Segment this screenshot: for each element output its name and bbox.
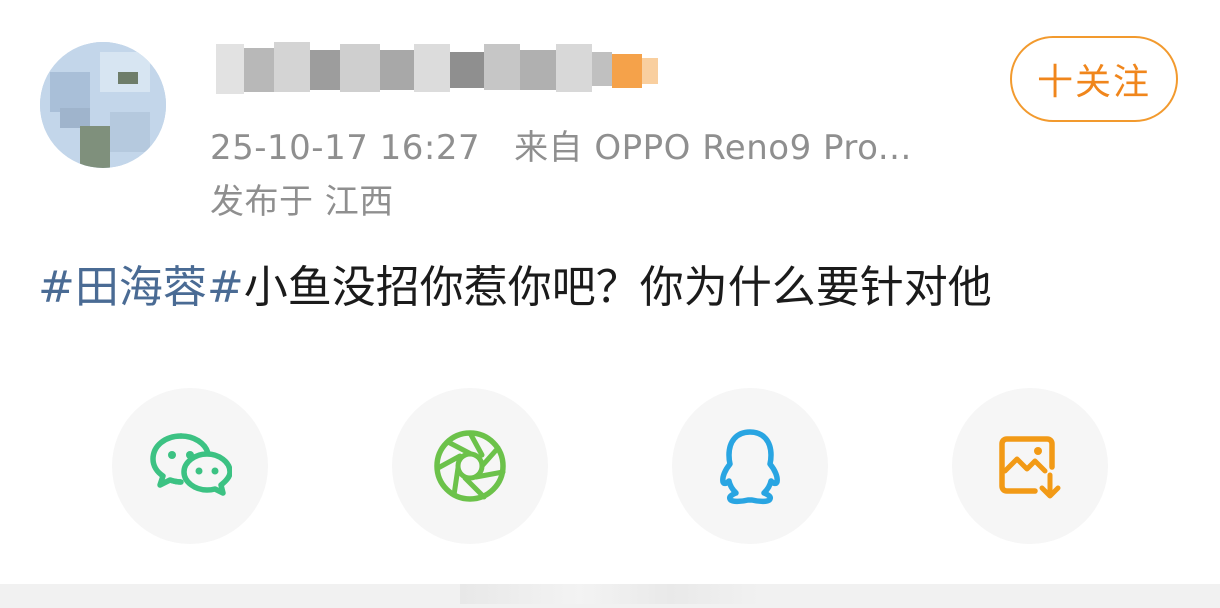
bottom-bar <box>0 584 1220 608</box>
share-wechat-button[interactable] <box>112 388 268 544</box>
follow-button[interactable]: 十关注 <box>1010 36 1178 122</box>
follow-button-label: 十关注 <box>1036 62 1151 103</box>
save-image-button[interactable] <box>952 388 1108 544</box>
share-qq-button[interactable] <box>672 388 828 544</box>
post-location: 发布于 江西 <box>210 182 394 222</box>
hashtag-link[interactable]: #田海蓉# <box>38 262 244 313</box>
qq-icon <box>720 429 780 505</box>
user-avatar[interactable] <box>40 42 166 168</box>
bottom-hint-obscured <box>460 584 760 604</box>
save-image-icon <box>999 436 1061 499</box>
share-moments-button[interactable] <box>392 388 548 544</box>
moments-icon <box>434 430 506 502</box>
wechat-icon <box>150 433 232 496</box>
username-obscured[interactable] <box>210 40 660 98</box>
post-content: #田海蓉#小鱼没招你惹你吧？你为什么要针对他 <box>38 258 992 318</box>
post-timestamp: 25-10-17 16:27 <box>210 128 481 168</box>
post-body-text: 小鱼没招你惹你吧？你为什么要针对他 <box>243 262 992 313</box>
post-source-device[interactable]: 来自 OPPO Reno9 Pro... <box>514 128 912 168</box>
post-meta-line: 25-10-17 16:27 来自 OPPO Reno9 Pro... <box>210 128 912 168</box>
